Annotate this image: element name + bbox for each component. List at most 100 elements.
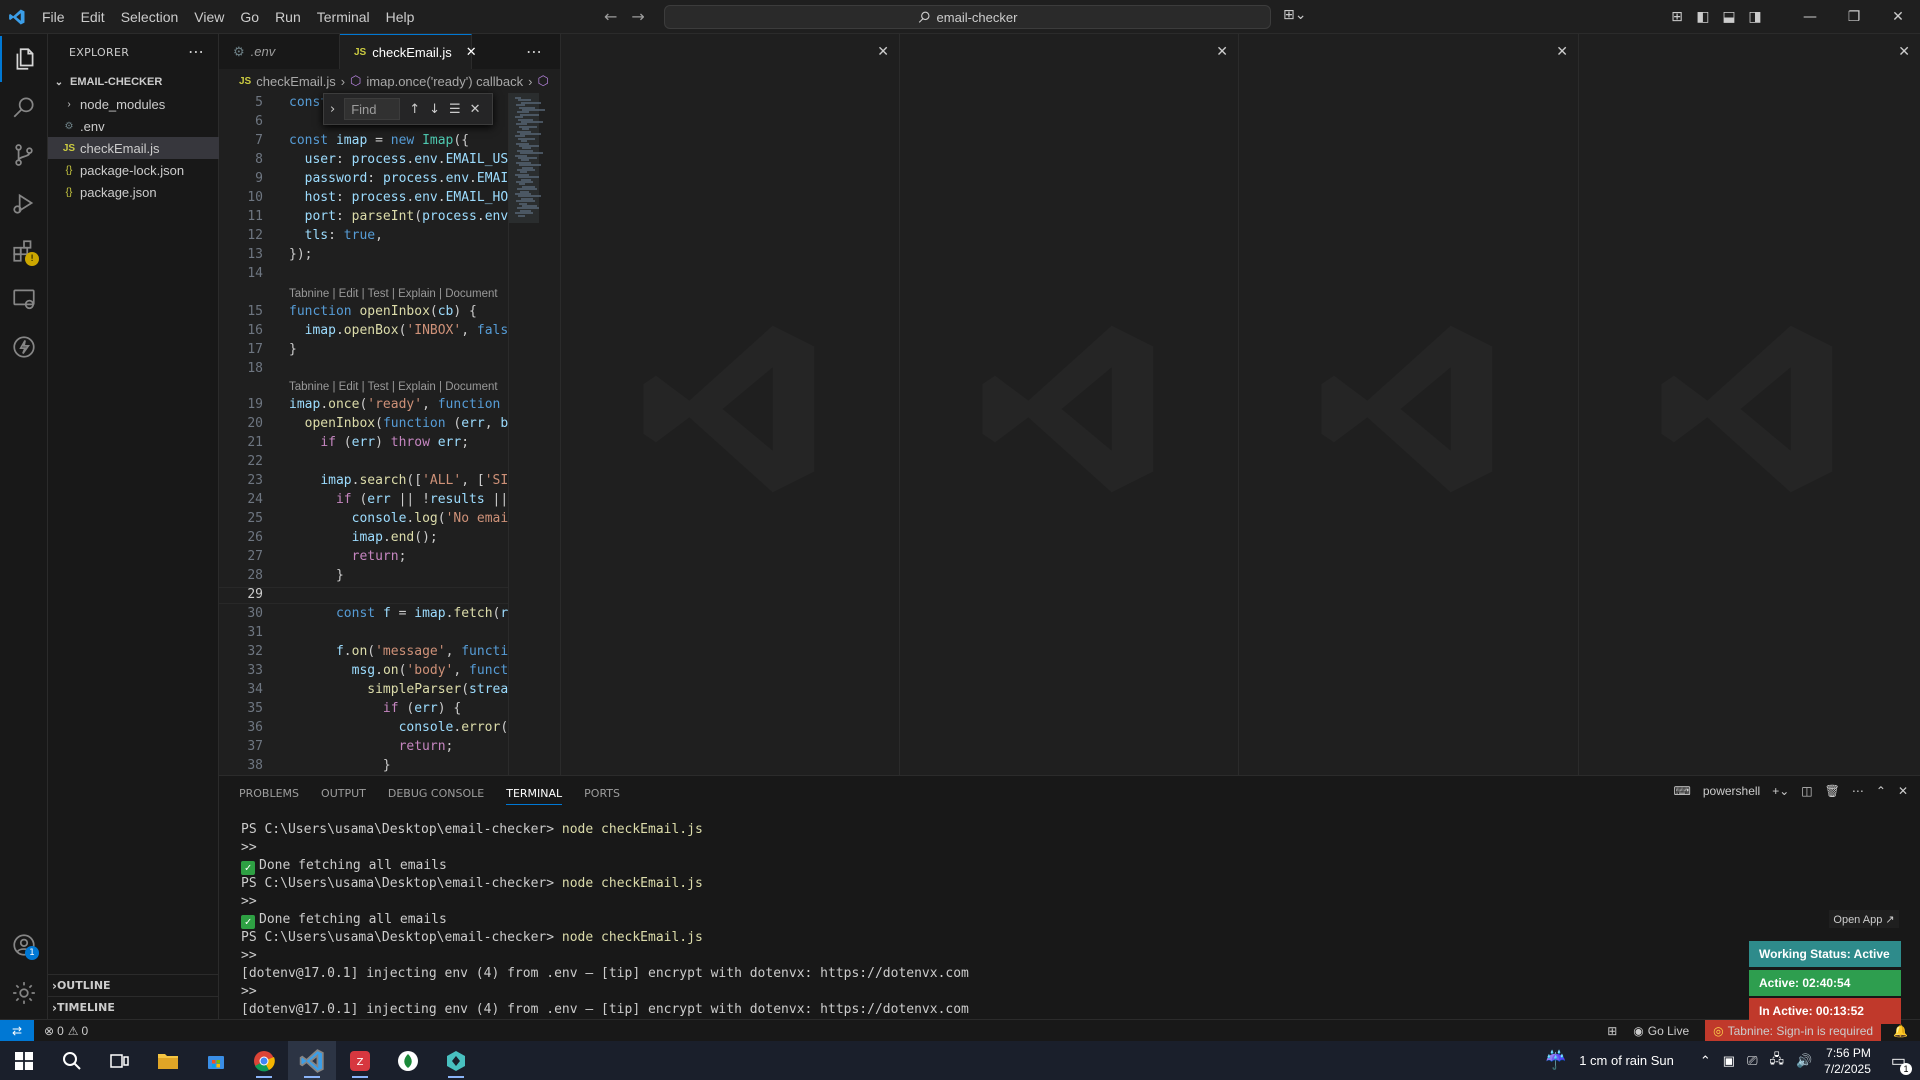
line-number: 35 bbox=[247, 701, 263, 716]
tab-problems[interactable]: PROBLEMS bbox=[239, 787, 299, 800]
tree-item-node-modules[interactable]: › node_modules bbox=[48, 93, 219, 115]
chevron-right-icon[interactable]: › bbox=[330, 102, 335, 117]
tree-item-label: package-lock.json bbox=[80, 162, 185, 178]
more-actions-icon[interactable]: ⋯ bbox=[1852, 784, 1864, 798]
file-explorer-icon[interactable] bbox=[144, 1041, 192, 1080]
customize-layout-icon[interactable]: ⊞ bbox=[1664, 9, 1690, 25]
app-teal-icon[interactable] bbox=[432, 1041, 480, 1080]
tab-output[interactable]: OUTPUT bbox=[321, 787, 366, 800]
toggle-panel-icon[interactable]: ⬓ bbox=[1716, 9, 1742, 25]
command-center-search[interactable]: email-checker bbox=[664, 5, 1271, 29]
tab-env[interactable]: ⚙ .env bbox=[219, 34, 340, 69]
go-live-button[interactable]: Go Live bbox=[1648, 1024, 1689, 1038]
notifications-bell-icon[interactable]: 🔔 bbox=[1893, 1024, 1908, 1038]
tab-more-icon[interactable]: ⋯ bbox=[472, 34, 560, 69]
codelens[interactable]: Tabnine | Edit | Test | Explain | Docume… bbox=[289, 381, 498, 393]
error-count[interactable]: 0 bbox=[57, 1024, 64, 1038]
tree-item-package-lock[interactable]: {} package-lock.json bbox=[48, 159, 219, 181]
close-group-icon[interactable]: ✕ bbox=[1556, 44, 1568, 60]
copilot-status-icon[interactable]: ⊞ bbox=[1607, 1024, 1617, 1038]
weather-label[interactable]: 1 cm of rain Sun bbox=[1579, 1053, 1674, 1068]
tab-debug-console[interactable]: DEBUG CONSOLE bbox=[388, 787, 484, 800]
code-line: function openInbox(cb) { bbox=[289, 304, 477, 319]
toggle-secondary-sidebar-icon[interactable]: ◨ bbox=[1742, 9, 1768, 25]
explorer-activity-icon[interactable] bbox=[0, 36, 48, 82]
close-group-icon[interactable]: ✕ bbox=[1898, 44, 1910, 60]
tray-usb-icon[interactable]: ⎚ bbox=[1747, 1053, 1757, 1069]
kill-terminal-icon[interactable]: 🗑 bbox=[1825, 784, 1840, 798]
notification-center-icon[interactable]: ▭ 1 bbox=[1891, 1051, 1912, 1075]
extensions-icon[interactable]: ! bbox=[0, 228, 48, 274]
remote-explorer-icon[interactable] bbox=[0, 276, 48, 322]
find-in-selection-icon[interactable]: ☰ bbox=[449, 102, 461, 117]
breadcrumb-symbol[interactable]: imap.once('ready') callback bbox=[366, 74, 523, 89]
task-view-icon[interactable] bbox=[96, 1041, 144, 1080]
find-input[interactable]: Find bbox=[344, 98, 401, 120]
next-match-icon[interactable]: ↓ bbox=[429, 102, 440, 117]
new-terminal-icon[interactable]: +⌄ bbox=[1772, 784, 1789, 798]
tree-item-checkemail[interactable]: JS checkEmail.js bbox=[48, 137, 219, 159]
search-activity-icon[interactable] bbox=[0, 84, 48, 130]
workspace-folder[interactable]: ⌄ EMAIL-CHECKER bbox=[48, 71, 219, 93]
close-group-icon[interactable]: ✕ bbox=[1216, 44, 1228, 60]
tab-ports[interactable]: PORTS bbox=[584, 787, 620, 800]
menu-run[interactable]: Run bbox=[267, 0, 309, 34]
error-icon[interactable]: ⊗ bbox=[44, 1024, 54, 1038]
code-line: msg.on('body', funct bbox=[351, 663, 509, 678]
split-terminal-icon[interactable]: ◫ bbox=[1801, 784, 1812, 798]
app-green-icon[interactable] bbox=[384, 1041, 432, 1080]
maximize-panel-icon[interactable]: ⌃ bbox=[1876, 784, 1886, 798]
close-window-icon[interactable]: ✕ bbox=[1876, 9, 1920, 25]
codelens[interactable]: Tabnine | Edit | Test | Explain | Docume… bbox=[289, 288, 498, 300]
copilot-icon[interactable]: ⊞⌄ bbox=[1283, 7, 1306, 23]
remote-indicator-icon[interactable]: ⇄ bbox=[0, 1019, 34, 1042]
run-debug-icon[interactable] bbox=[0, 180, 48, 226]
tree-item-label: checkEmail.js bbox=[80, 140, 160, 156]
minimap[interactable] bbox=[508, 93, 560, 775]
show-hidden-icons-icon[interactable]: ⌃ bbox=[1700, 1053, 1711, 1069]
more-actions-icon[interactable]: ⋯ bbox=[188, 42, 204, 61]
lightning-icon[interactable] bbox=[0, 324, 48, 370]
vscode-taskbar-icon[interactable] bbox=[288, 1041, 336, 1080]
tree-item-env[interactable]: ⚙ .env bbox=[48, 115, 219, 137]
close-find-icon[interactable]: ✕ bbox=[470, 102, 481, 117]
menu-file[interactable]: File bbox=[34, 0, 73, 34]
clock[interactable]: 7:56 PM 7/2/2025 bbox=[1824, 1045, 1871, 1077]
restore-icon[interactable]: ❐ bbox=[1832, 9, 1876, 25]
volume-icon[interactable]: 🔊 bbox=[1796, 1053, 1812, 1069]
close-panel-icon[interactable]: ✕ bbox=[1898, 784, 1908, 798]
menu-terminal[interactable]: Terminal bbox=[309, 0, 378, 34]
back-arrow-icon[interactable]: ← bbox=[604, 7, 617, 26]
windows-start-icon[interactable] bbox=[0, 1041, 48, 1080]
previous-match-icon[interactable]: ↑ bbox=[409, 102, 420, 117]
source-control-icon[interactable] bbox=[0, 132, 48, 178]
terminal-output[interactable]: PS C:\Users\usama\Desktop\email-checker>… bbox=[241, 821, 969, 1019]
warning-count[interactable]: 0 bbox=[82, 1024, 89, 1038]
taskbar-search-icon[interactable] bbox=[48, 1041, 96, 1080]
tab-terminal[interactable]: TERMINAL bbox=[506, 782, 563, 805]
warning-icon[interactable]: ⚠ bbox=[68, 1024, 79, 1038]
menu-go[interactable]: Go bbox=[232, 0, 267, 34]
toggle-sidebar-icon[interactable]: ◧ bbox=[1690, 9, 1716, 25]
menu-edit[interactable]: Edit bbox=[73, 0, 113, 34]
close-group-icon[interactable]: ✕ bbox=[877, 44, 889, 60]
accounts-icon[interactable]: 1 bbox=[0, 922, 48, 968]
zoom-icon[interactable]: Z bbox=[336, 1041, 384, 1080]
menu-view[interactable]: View bbox=[186, 0, 232, 34]
open-app-button[interactable]: Open App ↗ bbox=[1829, 910, 1899, 928]
chrome-icon[interactable] bbox=[240, 1041, 288, 1080]
store-icon[interactable] bbox=[192, 1041, 240, 1080]
minimize-icon[interactable]: — bbox=[1788, 9, 1832, 25]
tab-checkemail[interactable]: JS checkEmail.js ✕ bbox=[340, 34, 477, 69]
menu-selection[interactable]: Selection bbox=[113, 0, 187, 34]
outline-section[interactable]: › OUTLINE bbox=[48, 974, 219, 996]
tray-app-icon[interactable]: ▣ bbox=[1723, 1053, 1735, 1069]
network-icon[interactable]: 🖧 bbox=[1769, 1050, 1784, 1072]
timeline-section[interactable]: › TIMELINE bbox=[48, 996, 219, 1018]
manage-gear-icon[interactable] bbox=[0, 970, 48, 1016]
menu-help[interactable]: Help bbox=[378, 0, 423, 34]
breadcrumb-file[interactable]: checkEmail.js bbox=[256, 74, 335, 89]
forward-arrow-icon[interactable]: → bbox=[631, 7, 644, 26]
tree-item-package[interactable]: {} package.json bbox=[48, 181, 219, 203]
terminal-shell-name[interactable]: powershell bbox=[1703, 784, 1760, 798]
